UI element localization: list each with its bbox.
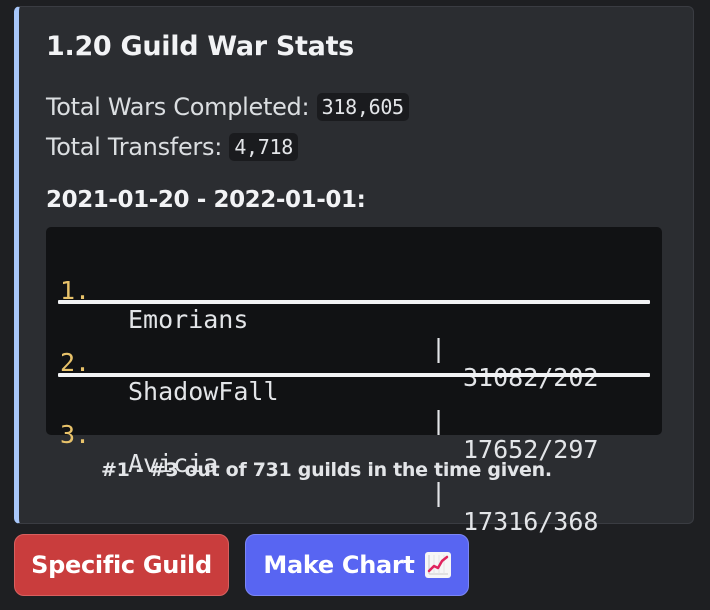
specific-guild-button[interactable]: Specific Guild: [14, 534, 229, 596]
total-wars-line: Total Wars Completed: 318,605: [46, 93, 409, 121]
total-transfers-value: 4,718: [229, 133, 299, 161]
make-chart-label: Make Chart: [263, 551, 415, 579]
leaderboard-row: 2. ShadowFall | 17652/297: [46, 319, 662, 464]
embed-footer: #1 - #3 out of 731 guilds in the time gi…: [101, 459, 552, 481]
total-transfers-line: Total Transfers: 4,718: [46, 133, 299, 161]
total-wars-value: 318,605: [316, 93, 409, 121]
total-transfers-label: Total Transfers:: [46, 133, 230, 161]
row-divider: [58, 300, 650, 304]
row-score: 31082/202: [463, 363, 599, 392]
leaderboard-row: 3. Avicia | 17316/368: [46, 391, 662, 536]
row-score: 17316/368: [463, 507, 599, 536]
specific-guild-label: Specific Guild: [31, 551, 212, 579]
embed-card: 1.20 Guild War Stats Total Wars Complete…: [14, 6, 694, 536]
row-rank: 3.: [60, 420, 91, 449]
total-wars-label: Total Wars Completed:: [46, 93, 317, 121]
leaderboard-row: 1. Emorians | 31082/202: [46, 247, 662, 392]
embed-title: 1.20 Guild War Stats: [46, 31, 354, 62]
leaderboard-codeblock: 1. Emorians | 31082/202 2. ShadowFall | …: [46, 227, 662, 536]
row-divider: [58, 373, 650, 377]
chart-increasing-icon: [424, 552, 451, 578]
make-chart-button[interactable]: Make Chart: [245, 534, 469, 596]
date-range-heading: 2021-01-20 - 2022-01-01:: [46, 187, 366, 213]
row-separator: |: [431, 478, 447, 507]
